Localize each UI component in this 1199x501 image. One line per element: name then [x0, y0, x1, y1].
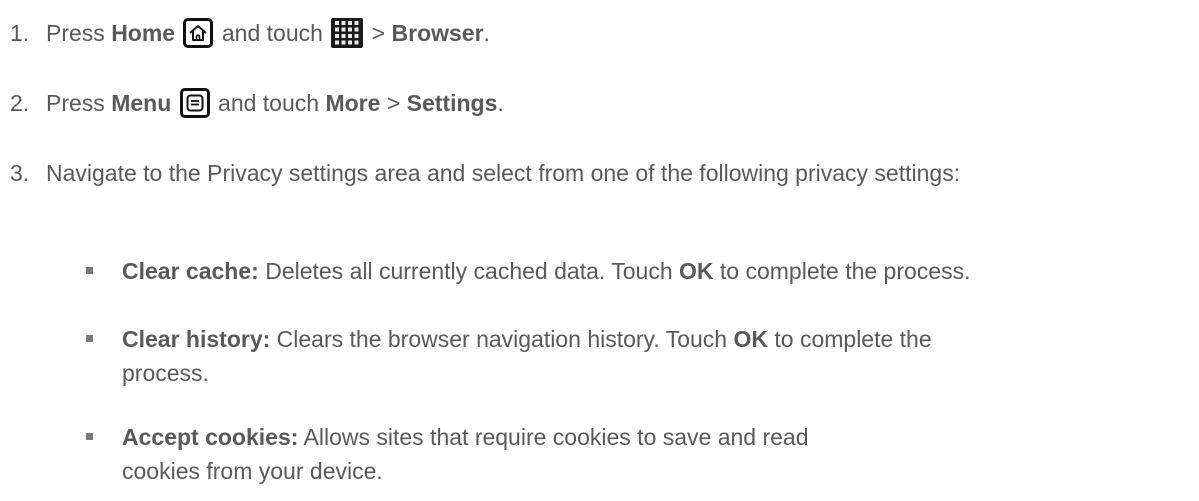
bullet-desc: Deletes all currently cached data. Touch [258, 258, 680, 284]
more-label: More [325, 90, 381, 116]
bullet-desc: to complete the process. [713, 258, 971, 284]
browser-label: Browser [391, 20, 484, 46]
bullet-text: Accept cookies: Allows sites that requir… [122, 420, 892, 488]
bullet-marker [86, 335, 93, 342]
text-run: Press [46, 90, 112, 116]
bullet-term: Clear history: [122, 326, 271, 352]
text-run: > [380, 90, 407, 116]
menu-icon [179, 87, 210, 118]
step-text: Press Home and touch > Browser. [46, 16, 490, 50]
bullet-text: Clear history: Clears the browser naviga… [122, 322, 982, 390]
settings-label: Settings [406, 90, 498, 116]
text-run: . [483, 20, 490, 46]
bullet-marker [86, 433, 93, 440]
bullet-term: Accept cookies: [122, 424, 299, 450]
step-3: 3. Navigate to the Privacy settings area … [10, 156, 1146, 190]
step-number: 3. [10, 160, 30, 186]
bullet-term: Clear cache: [122, 258, 259, 284]
text-run: and touch [215, 20, 330, 46]
text-run: Press [46, 20, 112, 46]
step-text: Press Menu and touch More > Settings. [46, 86, 504, 120]
home-icon [183, 17, 214, 48]
text-run: and touch [211, 90, 326, 116]
home-label: Home [111, 20, 176, 46]
apps-grid-icon [331, 17, 364, 48]
step-number: 2. [10, 90, 30, 116]
instruction-document: 1. Press Home and touch > Browser. 2. Pres… [0, 0, 1199, 501]
step-1: 1. Press Home and touch > Browser. [10, 16, 490, 50]
ok-label: OK [733, 326, 768, 352]
menu-label: Menu [111, 90, 172, 116]
step-text: Navigate to the Privacy settings area an… [46, 160, 961, 186]
text-run: > [365, 20, 392, 46]
step-2: 2. Press Menu and touch More > Settings. [10, 86, 504, 120]
step-number: 1. [10, 20, 30, 46]
ok-label: OK [679, 258, 714, 284]
text-run: . [497, 90, 504, 116]
bullet-marker [86, 267, 93, 274]
bullet-text: Clear cache: Deletes all currently cache… [122, 254, 1199, 288]
bullet-desc: Clears the browser navigation history. T… [270, 326, 734, 352]
